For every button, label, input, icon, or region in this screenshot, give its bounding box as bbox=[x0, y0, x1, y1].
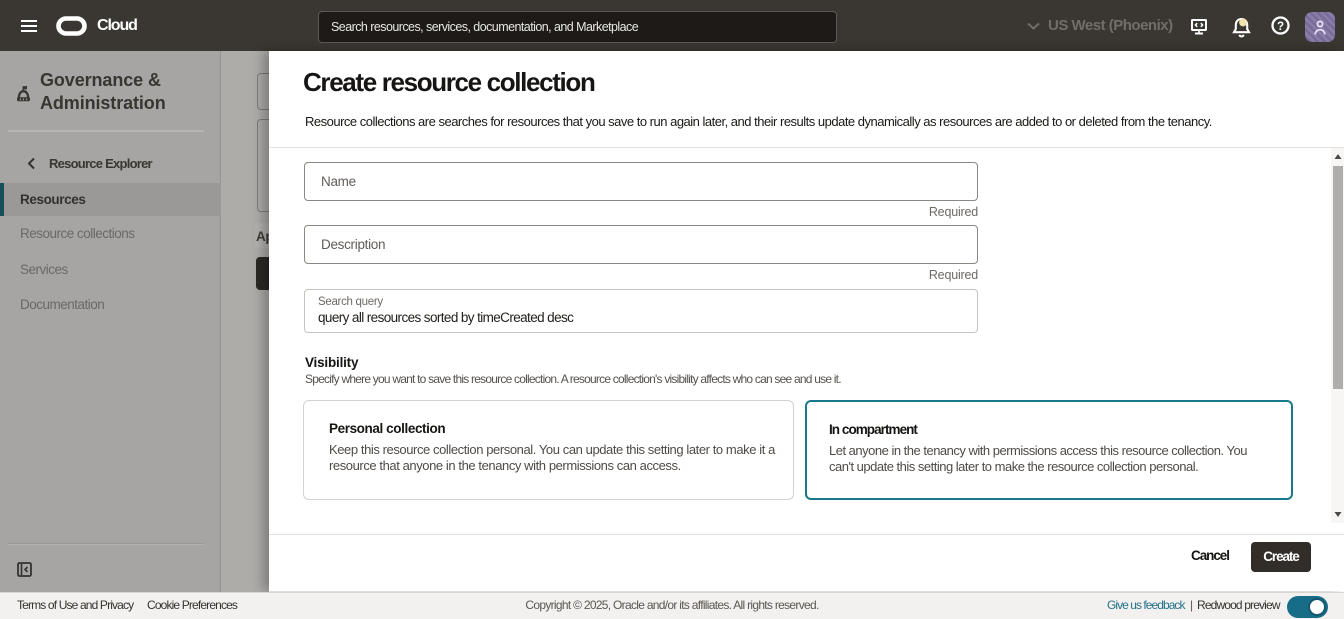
svg-text:?: ? bbox=[1277, 21, 1284, 33]
